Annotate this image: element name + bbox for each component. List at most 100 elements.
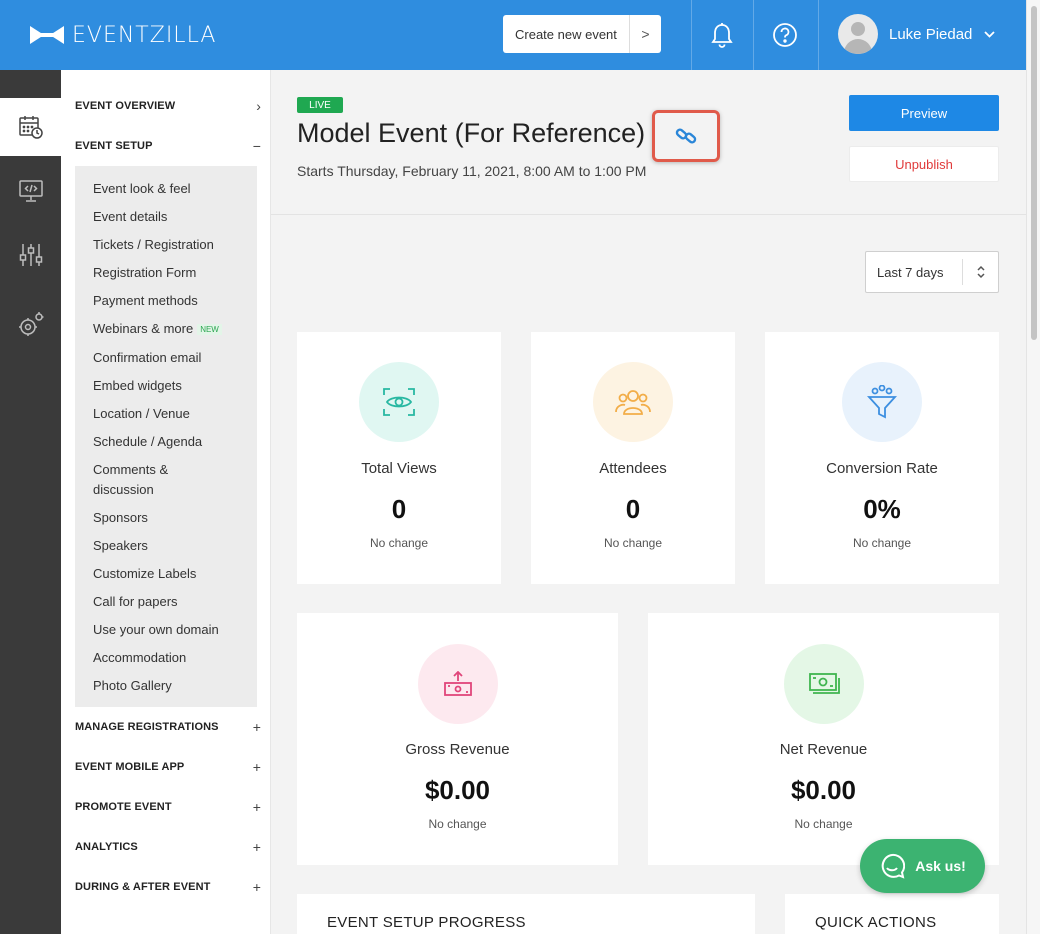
sidebar-item-label: Webinars & more [93, 321, 194, 336]
preview-button[interactable]: Preview [849, 95, 999, 131]
section-during-after-event[interactable]: DURING & AFTER EVENT + [75, 877, 261, 897]
sidebar-item-event-details[interactable]: Event details [93, 207, 167, 227]
chevron-down-icon [984, 27, 996, 41]
stat-change: No change [428, 817, 487, 831]
panel-title: EVENT SETUP PROGRESS [327, 914, 526, 931]
eye-scan-icon [359, 362, 439, 442]
stat-value: $0.00 [790, 775, 857, 805]
chevron-right-icon: › [256, 98, 261, 114]
user-menu[interactable]: Luke Piedad [838, 14, 996, 54]
money-bill-icon [784, 644, 864, 724]
sidebar-item-embed-widgets[interactable]: Embed widgets [93, 376, 182, 396]
collapse-icon: − [252, 138, 261, 154]
icon-rail [0, 70, 61, 934]
sidebar-item-location[interactable]: Location / Venue [93, 404, 190, 424]
sliders-icon[interactable] [0, 226, 61, 284]
stat-card-gross-revenue: Gross Revenue $0.00 No change [297, 613, 618, 865]
expand-icon: + [252, 759, 261, 775]
stat-change: No change [794, 817, 853, 831]
brand-name: EVENTZILLA [72, 22, 217, 48]
section-label: ANALYTICS [75, 841, 138, 853]
stat-card-conversion-rate: Conversion Rate 0% No change [765, 332, 999, 584]
new-badge: NEW [197, 323, 222, 335]
stat-value: $0.00 [424, 775, 491, 805]
expand-icon: + [252, 719, 261, 735]
section-label: EVENT MOBILE APP [75, 761, 185, 773]
scrollbar-thumb[interactable] [1031, 6, 1037, 340]
ask-us-chat-button[interactable]: Ask us! [860, 839, 985, 893]
stat-change: No change [369, 536, 429, 550]
stat-label: Total Views [361, 460, 437, 477]
stat-label: Conversion Rate [826, 460, 938, 477]
main-content: LIVE Model Event (For Reference) Starts … [271, 70, 1026, 934]
sidebar-item-registration-form[interactable]: Registration Form [93, 263, 196, 283]
create-new-event-button[interactable]: Create new event > [503, 15, 661, 53]
stat-value: 0 [391, 494, 407, 524]
chevron-up-down-icon [962, 259, 998, 285]
stat-value: 0% [863, 494, 901, 524]
divider [691, 0, 692, 70]
people-icon [593, 362, 673, 442]
bell-icon[interactable] [705, 18, 739, 52]
chevron-right-icon[interactable]: > [629, 15, 661, 53]
stat-card-attendees: Attendees 0 No change [531, 332, 735, 584]
status-badge: LIVE [297, 97, 343, 113]
expand-icon: + [252, 879, 261, 895]
question-circle-icon[interactable] [768, 18, 802, 52]
sidebar-item-photo-gallery[interactable]: Photo Gallery [93, 676, 172, 696]
brand-logo[interactable]: EVENTZILLA [30, 20, 216, 50]
sidebar-item-look-feel[interactable]: Event look & feel [93, 179, 191, 199]
top-bar: EVENTZILLA Create new event > Luke Pieda… [0, 0, 1026, 70]
page-scrollbar[interactable] [1026, 0, 1040, 934]
setup-progress-panel: EVENT SETUP PROGRESS [297, 894, 755, 934]
funnel-icon [842, 362, 922, 442]
chat-bubble-icon [881, 853, 906, 879]
section-label: DURING & AFTER EVENT [75, 881, 211, 893]
user-name: Luke Piedad [889, 25, 973, 43]
sidebar-item-accommodation[interactable]: Accommodation [93, 648, 186, 668]
section-analytics[interactable]: ANALYTICS + [75, 837, 261, 857]
stat-card-total-views: Total Views 0 No change [297, 332, 501, 584]
sidebar-item-confirmation-email[interactable]: Confirmation email [93, 348, 201, 368]
sidebar-item-webinars[interactable]: Webinars & more NEW [93, 319, 222, 340]
divider [818, 0, 819, 70]
calendar-settings-icon[interactable] [0, 98, 61, 156]
date-range-select[interactable]: Last 7 days [865, 251, 999, 293]
event-sidebar: EVENT OVERVIEW › EVENT SETUP − Event loo… [61, 70, 271, 934]
sidebar-item-payment-methods[interactable]: Payment methods [93, 291, 198, 311]
section-label: EVENT OVERVIEW [75, 100, 176, 112]
sidebar-item-comments[interactable]: Comments & [93, 460, 168, 480]
ask-us-label: Ask us! [915, 858, 966, 874]
unpublish-button[interactable]: Unpublish [849, 146, 999, 182]
sidebar-item-customize-labels[interactable]: Customize Labels [93, 564, 196, 584]
sidebar-item-own-domain[interactable]: Use your own domain [93, 620, 219, 640]
monitor-code-icon[interactable] [0, 162, 61, 220]
stat-label: Gross Revenue [405, 741, 510, 758]
sidebar-item-tickets[interactable]: Tickets / Registration [93, 235, 214, 255]
stat-label: Attendees [599, 460, 667, 477]
sidebar-item-sponsors[interactable]: Sponsors [93, 508, 148, 528]
create-new-event-label: Create new event [515, 26, 617, 42]
section-manage-registrations[interactable]: MANAGE REGISTRATIONS + [75, 717, 261, 737]
gears-icon[interactable] [0, 296, 61, 354]
page-title: Model Event (For Reference) [297, 118, 646, 148]
sidebar-item-speakers[interactable]: Speakers [93, 536, 148, 556]
event-link-button[interactable] [652, 110, 720, 162]
link-icon [675, 128, 697, 144]
money-up-icon [418, 644, 498, 724]
stat-change: No change [852, 536, 912, 550]
expand-icon: + [252, 799, 261, 815]
stat-label: Net Revenue [779, 741, 868, 758]
section-event-mobile-app[interactable]: EVENT MOBILE APP + [75, 757, 261, 777]
section-promote-event[interactable]: PROMOTE EVENT + [75, 797, 261, 817]
section-event-overview[interactable]: EVENT OVERVIEW › [75, 96, 261, 116]
section-label: MANAGE REGISTRATIONS [75, 721, 219, 733]
event-dates: Starts Thursday, February 11, 2021, 8:00… [297, 163, 647, 179]
section-event-setup[interactable]: EVENT SETUP − [75, 136, 261, 156]
sidebar-item-comments-cont[interactable]: discussion [93, 480, 154, 500]
section-label: PROMOTE EVENT [75, 801, 172, 813]
event-setup-submenu: Event look & feel Event details Tickets … [75, 166, 257, 707]
sidebar-item-schedule[interactable]: Schedule / Agenda [93, 432, 202, 452]
event-header: LIVE Model Event (For Reference) Starts … [271, 70, 1026, 215]
sidebar-item-call-for-papers[interactable]: Call for papers [93, 592, 178, 612]
